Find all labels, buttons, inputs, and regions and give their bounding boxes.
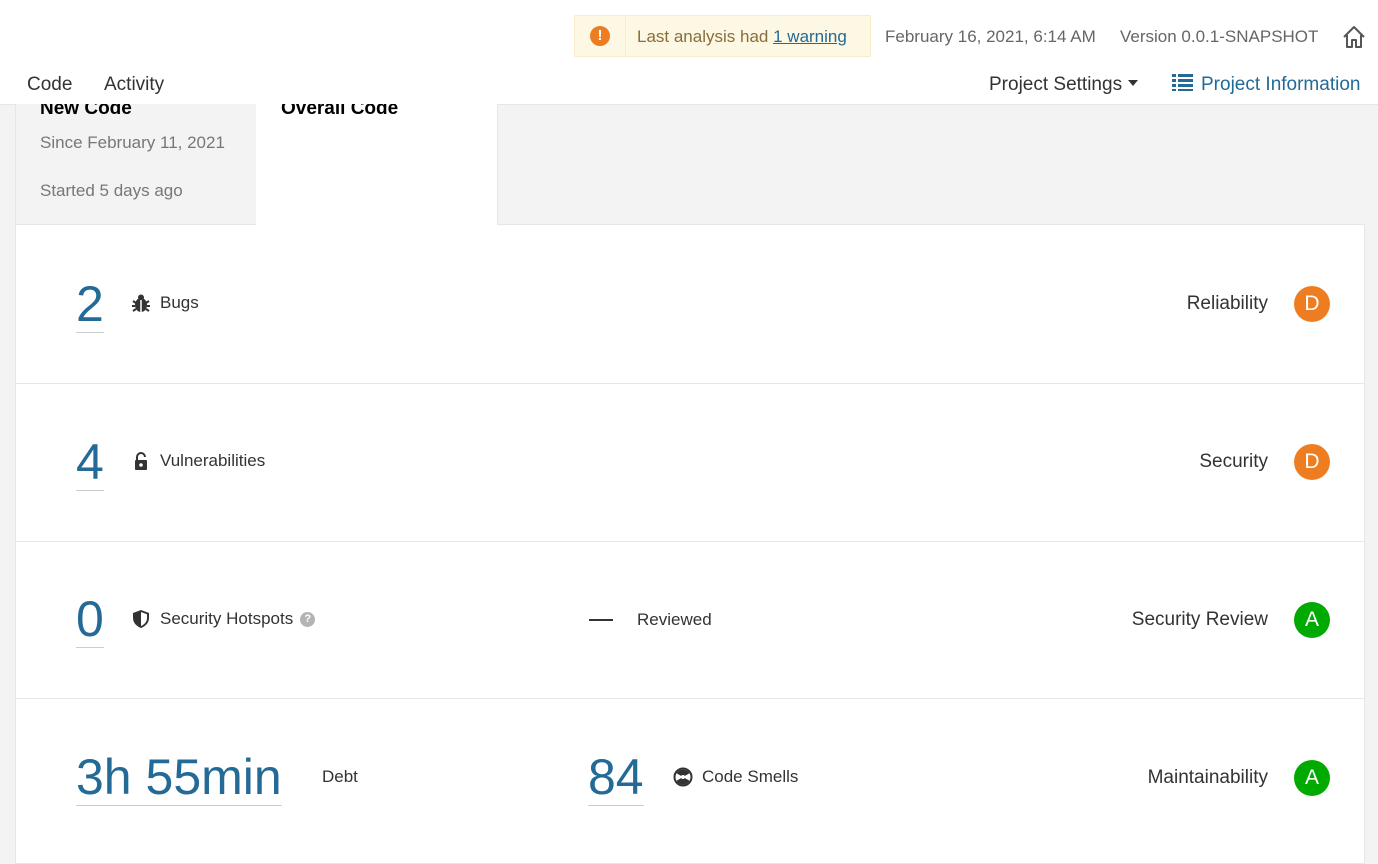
security-rating[interactable]: D [1294, 444, 1330, 480]
code-smells-label-group: Code Smells [673, 767, 798, 787]
reliability-label: Reliability [1186, 293, 1268, 314]
bug-icon [132, 294, 150, 312]
security-hotspots-count[interactable]: 0 [76, 591, 104, 648]
vulnerabilities-row: 4 Vulnerabilities Security D [16, 383, 1364, 542]
project-settings-dropdown[interactable]: Project Settings [989, 74, 1139, 96]
overview-measures-panel: 2 Bugs Reliability D 4 Vulnerabilities S… [15, 224, 1365, 864]
bugs-row: 2 Bugs Reliability D [16, 225, 1364, 384]
bugs-label-group: Bugs [131, 293, 199, 313]
debt-label: Debt [322, 767, 358, 786]
security-hotspots-label: Security Hotspots [160, 609, 294, 628]
tab-overall-code[interactable]: Overall Code [256, 104, 498, 225]
analysis-warning-banner: ! Last analysis had 1 warning [574, 15, 871, 57]
nav-tab-activity[interactable]: Activity [104, 74, 164, 96]
new-code-started: Started 5 days ago [40, 181, 183, 200]
bugs-label: Bugs [160, 293, 199, 312]
maintainability-label: Maintainability [1147, 767, 1268, 788]
vulnerabilities-label: Vulnerabilities [160, 451, 266, 470]
tab-new-code[interactable]: New Code Since February 11, 2021 Started… [15, 104, 256, 224]
tab-overall-code-title: Overall Code [281, 104, 399, 119]
caret-down-icon [1128, 79, 1139, 86]
project-information-label: Project Information [1201, 74, 1361, 95]
warning-link[interactable]: 1 warning [773, 27, 847, 46]
security-hotspots-row: 0 Security Hotspots ? Reviewed Security … [16, 541, 1364, 699]
tab-new-code-title: New Code [40, 104, 132, 119]
help-icon[interactable]: ? [300, 611, 316, 627]
warning-icon-container: ! [575, 16, 626, 56]
new-code-since: Since February 11, 2021 [40, 133, 225, 152]
code-smell-icon [673, 767, 693, 787]
bugs-count[interactable]: 2 [76, 276, 104, 333]
security-hotspots-label-group: Security Hotspots ? [131, 609, 316, 629]
warning-text: Last analysis had 1 warning [637, 27, 847, 47]
reliability-rating[interactable]: D [1294, 286, 1330, 322]
security-review-label: Security Review [1131, 609, 1268, 630]
security-review-rating[interactable]: A [1294, 602, 1330, 638]
analysis-date: February 16, 2021, 6:14 AM [885, 27, 1096, 46]
maintainability-rating[interactable]: A [1294, 760, 1330, 796]
project-settings-label: Project Settings [989, 74, 1123, 95]
exclamation-circle-icon: ! [590, 26, 610, 46]
debt-value[interactable]: 3h 55min [76, 749, 282, 806]
project-version: Version 0.0.1-SNAPSHOT [1120, 27, 1319, 46]
reviewed-label: Reviewed [637, 610, 712, 629]
shield-icon [133, 610, 149, 628]
vulnerabilities-label-group: Vulnerabilities [131, 451, 265, 471]
unlocked-icon [135, 452, 147, 470]
maintainability-row: 3h 55min Debt 84 Code Smells Maintainabi… [16, 698, 1364, 858]
reviewed-empty-value [589, 619, 613, 621]
nav-tab-code[interactable]: Code [27, 74, 72, 96]
project-header: ! Last analysis had 1 warning February 1… [0, 0, 1378, 105]
project-information-link[interactable]: Project Information [1172, 74, 1360, 96]
code-smells-label: Code Smells [702, 767, 799, 786]
vulnerabilities-count[interactable]: 4 [76, 434, 104, 491]
home-icon[interactable] [1341, 24, 1367, 50]
list-icon [1172, 74, 1193, 92]
security-label: Security [1199, 451, 1268, 472]
code-smells-count[interactable]: 84 [588, 749, 644, 806]
warning-text-prefix: Last analysis had [637, 27, 769, 46]
